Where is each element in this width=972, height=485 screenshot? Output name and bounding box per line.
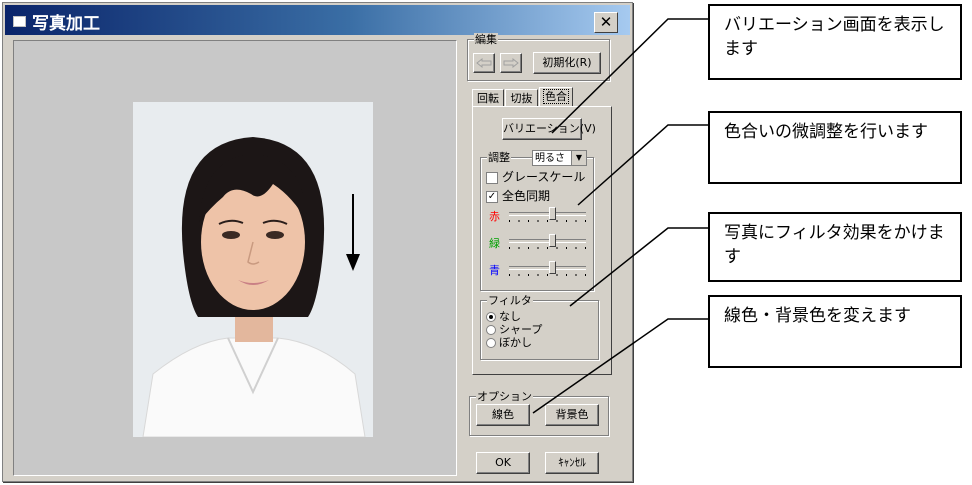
callout-color-adjust: 色合いの微調整を行います xyxy=(708,111,962,184)
callout-options: 線色・背景色を変えます xyxy=(708,295,962,368)
callout-filter: 写真にフィルタ効果をかけます xyxy=(708,212,962,282)
callout-variation: バリエーション画面を表示します xyxy=(708,4,962,80)
